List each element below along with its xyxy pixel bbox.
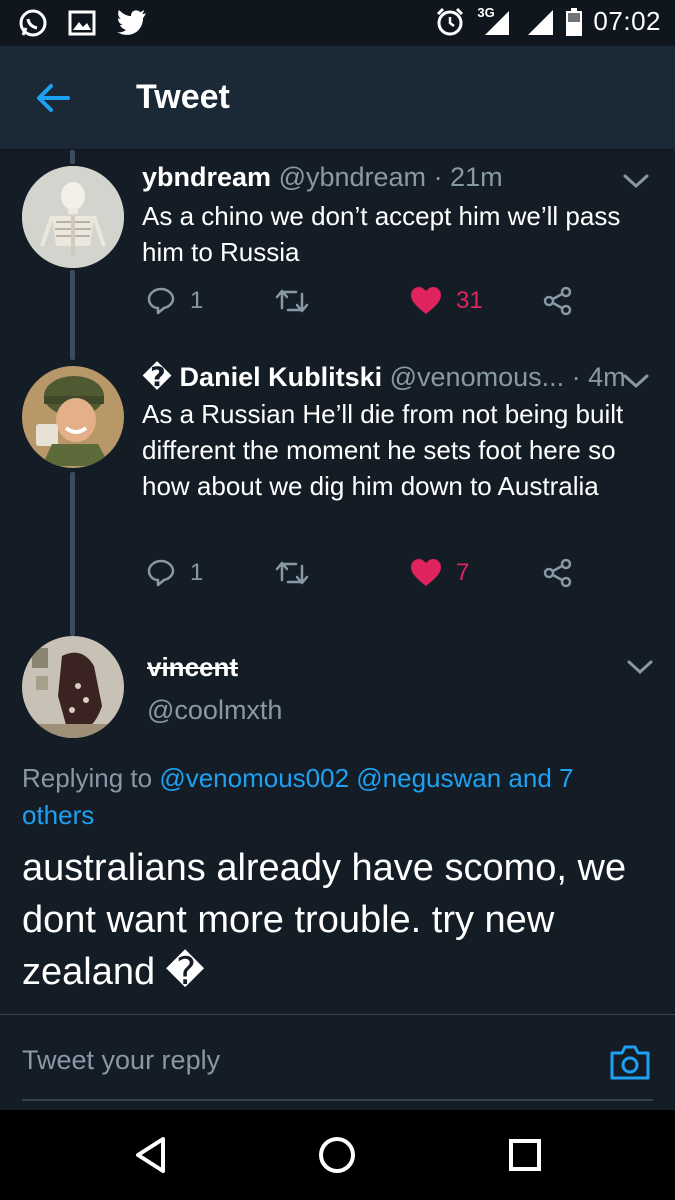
chevron-down-icon[interactable]: [621, 370, 651, 392]
reply-input[interactable]: Tweet your reply: [22, 1045, 220, 1076]
back-button[interactable]: [26, 74, 80, 122]
system-icons: 3G 07:02: [435, 5, 661, 37]
like-count: 7: [456, 559, 470, 586]
tweet-text: As a Russian He’ll die from not being bu…: [142, 399, 624, 501]
reply-count: 1: [190, 559, 204, 586]
display-name[interactable]: � Daniel Kublitski: [142, 362, 382, 392]
like-count: 31: [456, 287, 483, 314]
heart-filled-icon: [411, 287, 441, 314]
chevron-down-icon[interactable]: [621, 170, 651, 192]
reply-icon: [147, 287, 175, 315]
like-button[interactable]: 7: [410, 558, 469, 588]
retweet-button[interactable]: [274, 286, 324, 316]
handle[interactable]: @venomous...: [390, 362, 565, 392]
tweet-text: As a chino we don’t accept him we’ll pas…: [142, 201, 621, 267]
nav-home-button[interactable]: [314, 1132, 360, 1178]
reply-icon: [147, 559, 175, 587]
notification-icons: [18, 8, 148, 38]
back-arrow-icon: [37, 84, 70, 112]
app-header: Tweet: [0, 46, 675, 150]
chevron-down-icon[interactable]: [625, 656, 655, 678]
clock: 07:02: [593, 6, 661, 36]
reply-button[interactable]: 1: [146, 558, 203, 588]
tweet-header: � Daniel Kublitski @venomous... · 4m: [142, 362, 626, 393]
handle[interactable]: @coolmxth: [147, 695, 282, 726]
room-avatar-image: [22, 636, 124, 738]
alarm-icon: [437, 7, 464, 35]
focused-tweet-text: australians already have scomo, we dont …: [22, 847, 627, 993]
reply-button[interactable]: 1: [146, 286, 203, 316]
nav-back-button[interactable]: [128, 1132, 174, 1178]
avatar[interactable]: [22, 166, 124, 268]
camera-icon[interactable]: [609, 1043, 651, 1081]
heart-filled-icon: [411, 559, 441, 586]
share-button[interactable]: [542, 558, 574, 588]
like-button[interactable]: 31: [410, 286, 483, 316]
signal-icon: [485, 10, 510, 35]
tweet-actions: 1 7: [142, 558, 602, 598]
retweet-icon: [275, 561, 309, 585]
circle-home-icon: [319, 1137, 355, 1173]
square-recents-icon: [509, 1139, 541, 1171]
share-icon: [543, 286, 572, 316]
signal-icon: [528, 9, 554, 35]
whatsapp-icon: [19, 9, 47, 37]
share-button[interactable]: [542, 286, 574, 316]
tweet-actions: 1 31: [142, 286, 602, 326]
reply-composer: Tweet your reply: [0, 1014, 675, 1110]
avatar[interactable]: [22, 636, 124, 738]
display-name[interactable]: vincent: [147, 652, 238, 683]
share-icon: [543, 558, 572, 588]
tweet[interactable]: ybndream @ybndream · 21m As a chino we d…: [0, 150, 675, 350]
battery-icon: [566, 7, 583, 36]
display-name[interactable]: ybndream: [142, 162, 271, 192]
thread: ybndream @ybndream · 21m As a chino we d…: [0, 150, 675, 1012]
retweet-button[interactable]: [274, 558, 324, 588]
replying-to: Replying to @venomous002 @neguswan and 7…: [22, 760, 642, 834]
signal-3g: 3G: [475, 5, 515, 37]
timestamp: · 4m: [571, 362, 626, 392]
avatar[interactable]: [22, 366, 124, 468]
status-bar: 3G 07:02: [0, 0, 675, 46]
reply-underline: [22, 1099, 653, 1101]
triangle-back-icon: [136, 1137, 165, 1173]
gallery-icon: [68, 10, 96, 36]
tweet[interactable]: � Daniel Kublitski @venomous... · 4m As …: [0, 350, 675, 630]
retweet-icon: [275, 289, 309, 313]
replying-prefix: Replying to: [22, 763, 153, 793]
skeleton-avatar-image: [22, 166, 124, 268]
tweet-header: ybndream @ybndream · 21m: [142, 162, 503, 193]
soldier-avatar-image: [22, 366, 124, 468]
handle[interactable]: @ybndream: [279, 162, 426, 192]
nav-recents-button[interactable]: [502, 1132, 548, 1178]
twitter-icon: [117, 10, 146, 35]
system-nav-bar: [0, 1110, 675, 1200]
timestamp: · 21m: [433, 162, 503, 192]
page-title: Tweet: [136, 78, 230, 116]
reply-count: 1: [190, 287, 204, 314]
